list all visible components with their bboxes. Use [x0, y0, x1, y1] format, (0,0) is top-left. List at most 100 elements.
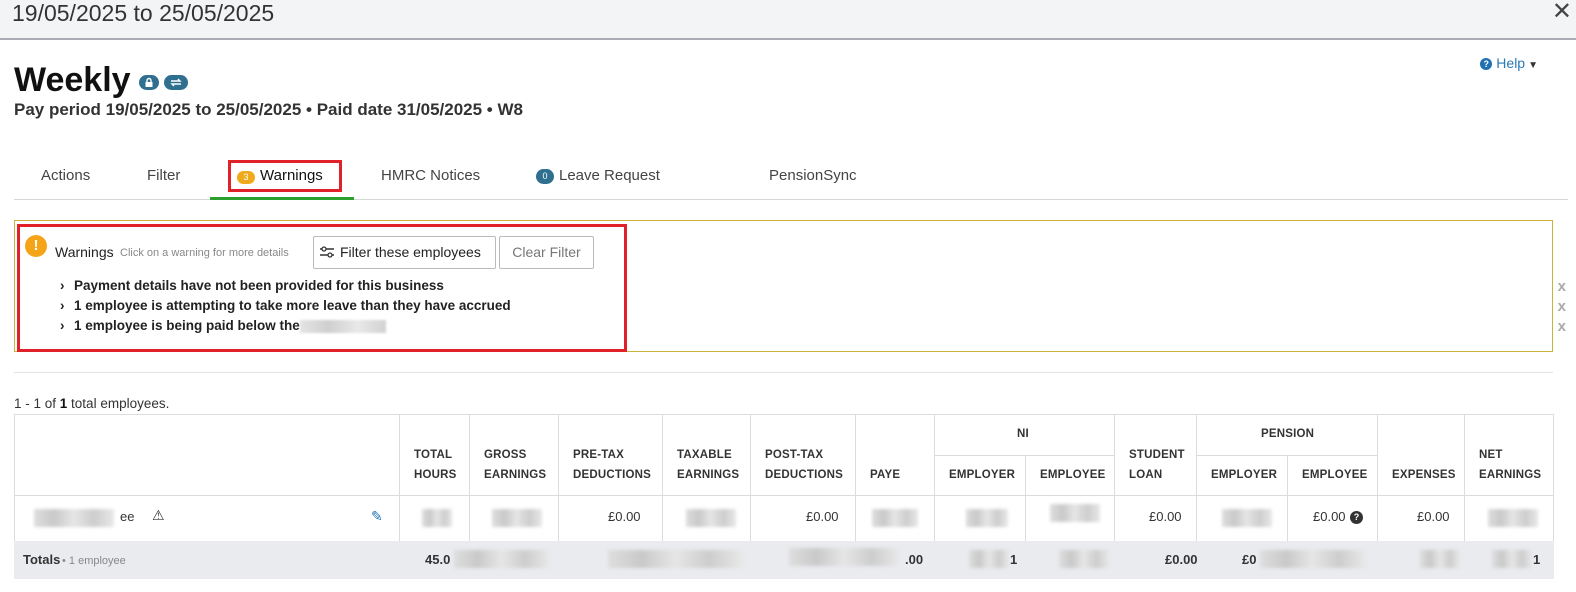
dismiss-warning-button[interactable]: x — [1558, 279, 1566, 295]
header-line: TOTAL — [414, 449, 453, 461]
tab-bar: Actions Filter 3 Warnings HMRC Notices 0… — [14, 157, 1568, 200]
redacted-value — [1488, 509, 1538, 527]
tab-actions[interactable]: Actions — [41, 157, 90, 199]
totals-ni-employer: 1 — [1010, 552, 1018, 567]
redacted-value — [454, 550, 549, 568]
redacted-value — [1050, 504, 1100, 522]
col-student-loan[interactable]: STUDENT LOAN — [1129, 445, 1185, 485]
warnings-hint: Click on a warning for more details — [120, 247, 289, 259]
redacted-value — [1420, 550, 1460, 568]
count-suffix: total employees. — [67, 396, 170, 411]
warning-text: 1 employee is attempting to take more le… — [74, 298, 511, 313]
header-line: EARNINGS — [677, 469, 740, 481]
edit-icon[interactable]: ✎ — [371, 508, 383, 525]
leave-count-badge: 0 — [536, 168, 554, 184]
header-line: PRE-TAX — [573, 449, 625, 461]
close-icon[interactable]: ✕ — [1552, 0, 1572, 24]
tab-warnings-label: Warnings — [260, 167, 323, 184]
tab-filter[interactable]: Filter — [147, 157, 180, 199]
sync-icon — [164, 75, 188, 90]
header-line: LOAN — [1129, 469, 1163, 481]
col-total-hours[interactable]: TOTAL HOURS — [414, 445, 457, 485]
tab-pensionsync[interactable]: PensionSync — [769, 157, 857, 199]
redacted-value — [492, 509, 542, 527]
pay-period-subtitle: Pay period 19/05/2025 to 25/05/2025 • Pa… — [14, 100, 523, 119]
redacted-value — [969, 550, 1009, 568]
col-expenses[interactable]: EXPENSES — [1392, 465, 1456, 485]
totals-net: 1 — [1533, 552, 1541, 567]
modal-title: 19/05/2025 to 25/05/2025 — [12, 0, 275, 26]
dismiss-warning-button[interactable]: x — [1558, 299, 1566, 315]
sliders-icon — [320, 246, 334, 258]
redacted-value — [422, 509, 452, 527]
help-icon: ? — [1480, 58, 1493, 71]
header-line: EARNINGS — [484, 469, 547, 481]
col-pension-employee[interactable]: EMPLOYEE — [1302, 465, 1368, 485]
redacted-value — [872, 509, 918, 527]
warnings-count-badge: 3 — [237, 171, 255, 184]
count-prefix: 1 - 1 of — [14, 396, 60, 411]
redacted-value — [789, 548, 899, 566]
header-line: NET — [1479, 449, 1503, 461]
filter-employees-button[interactable]: Filter these employees — [313, 236, 496, 269]
chevron-right-icon: › — [60, 278, 65, 293]
redacted-value — [608, 550, 743, 568]
chevron-right-icon: › — [60, 298, 65, 313]
row-pretax: £0.00 — [608, 509, 641, 524]
help-menu[interactable]: ? Help ▼ — [1480, 55, 1538, 74]
table-border — [934, 455, 1114, 456]
chevron-right-icon: › — [60, 318, 65, 333]
row-pension-employee: £0.00 — [1313, 509, 1346, 524]
col-gross-earnings[interactable]: GROSS EARNINGS — [484, 445, 546, 485]
warning-icon: ⚠ — [152, 507, 165, 523]
totals-hours: 45.0 — [425, 552, 451, 567]
filter-employees-label: Filter these employees — [340, 244, 481, 260]
redacted-value — [966, 509, 1008, 527]
col-group-ni: NI — [1017, 428, 1029, 440]
table-border — [14, 414, 1554, 415]
col-net-earnings[interactable]: NET EARNINGS — [1479, 445, 1541, 485]
col-ni-employee[interactable]: EMPLOYEE — [1040, 465, 1106, 485]
redacted-value — [1222, 509, 1272, 527]
header-line: HOURS — [414, 469, 457, 481]
clear-filter-button[interactable]: Clear Filter — [499, 236, 594, 269]
header-line: GROSS — [484, 449, 527, 461]
col-pension-employer[interactable]: EMPLOYER — [1211, 465, 1277, 485]
tab-warnings[interactable]: 3 Warnings — [210, 157, 354, 200]
col-posttax-deductions[interactable]: POST-TAX DEDUCTIONS — [765, 445, 843, 485]
redacted-value — [1059, 550, 1109, 568]
redacted-employee-name — [34, 509, 114, 527]
col-ni-employer[interactable]: EMPLOYER — [949, 465, 1015, 485]
help-icon[interactable]: ? — [1350, 511, 1363, 524]
totals-pension-employer: £0 — [1242, 552, 1257, 567]
redacted-text — [299, 319, 386, 333]
tab-leave-label: Leave Request — [559, 167, 660, 184]
employee-name[interactable]: ee — [120, 509, 134, 525]
col-pretax-deductions[interactable]: PRE-TAX DEDUCTIONS — [573, 445, 651, 485]
active-tab-indicator — [210, 197, 354, 200]
warning-text: 1 employee is being paid below the — [74, 318, 300, 333]
redacted-value — [1260, 550, 1365, 568]
redacted-value — [1492, 550, 1532, 568]
lock-icon — [139, 75, 159, 90]
tab-hmrc-notices[interactable]: HMRC Notices — [381, 157, 480, 199]
tab-leave-request[interactable]: 0 Leave Request — [536, 157, 660, 199]
warning-item[interactable]: › 1 employee is being paid below the — [60, 318, 386, 334]
header-line: TAXABLE — [677, 449, 732, 461]
chevron-down-icon: ▼ — [1528, 60, 1538, 71]
col-paye[interactable]: PAYE — [870, 465, 900, 485]
dismiss-warning-button[interactable]: x — [1558, 319, 1566, 335]
totals-paye: .00 — [905, 552, 924, 567]
header-line: DEDUCTIONS — [765, 469, 844, 481]
totals-student-loan: £0.00 — [1165, 552, 1198, 567]
warning-item[interactable]: › 1 employee is attempting to take more l… — [60, 298, 511, 314]
col-taxable-earnings[interactable]: TAXABLE EARNINGS — [677, 445, 739, 485]
row-expenses: £0.00 — [1417, 509, 1450, 524]
warnings-heading: Warnings — [55, 244, 114, 260]
header-line: POST-TAX — [765, 449, 824, 461]
help-label: Help — [1496, 55, 1526, 71]
warning-item[interactable]: › Payment details have not been provided … — [60, 278, 444, 294]
header-line: DEDUCTIONS — [573, 469, 652, 481]
col-group-pension: PENSION — [1261, 428, 1315, 440]
warning-text: Payment details have not been provided f… — [74, 278, 444, 293]
